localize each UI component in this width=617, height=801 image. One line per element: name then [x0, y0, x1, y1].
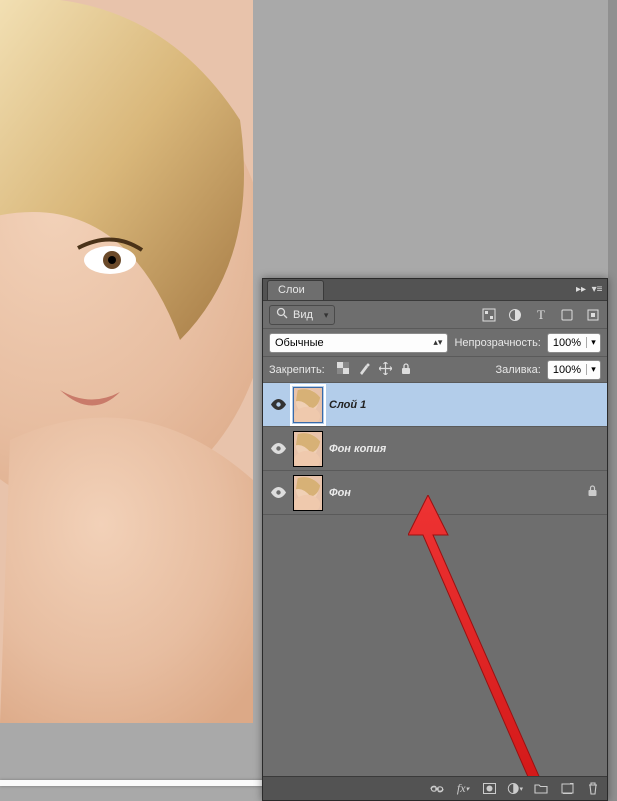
vertical-scrollbar[interactable] [608, 0, 617, 801]
filter-kind-label: Вид [293, 309, 313, 321]
annotation-arrow [408, 495, 607, 776]
panel-tab-bar: Слои ▸▸ ▾≡ [263, 279, 607, 301]
layers-panel: Слои ▸▸ ▾≡ Вид T [262, 278, 608, 801]
layer-style-icon[interactable]: fx▾ [455, 781, 471, 797]
filter-type-icons: T [481, 307, 601, 323]
visibility-toggle[interactable] [269, 399, 287, 411]
filter-pixel-icon[interactable] [481, 307, 497, 323]
layer-mask-icon[interactable] [481, 781, 497, 797]
new-layer-icon[interactable] [559, 781, 575, 797]
opacity-input[interactable]: 100% ▾ [547, 333, 601, 353]
layer-filter-row: Вид T [263, 301, 607, 329]
document-canvas[interactable] [0, 0, 253, 723]
chevron-down-icon[interactable]: ▾ [586, 337, 600, 348]
blend-mode-value: Обычные [275, 337, 324, 349]
layer-row[interactable]: Фон [263, 471, 607, 515]
filter-adjustment-icon[interactable] [507, 307, 523, 323]
adjustment-layer-icon[interactable]: ▾ [507, 781, 523, 797]
filter-shape-icon[interactable] [559, 307, 575, 323]
panel-footer: fx▾ ▾ [263, 776, 607, 800]
layer-name[interactable]: Фон [329, 487, 351, 499]
blend-mode-row: Обычные ▴▾ Непрозрачность: 100% ▾ [263, 329, 607, 357]
filter-kind-dropdown[interactable]: Вид [269, 305, 335, 325]
layer-row[interactable]: Слой 1 [263, 383, 607, 427]
panel-menu-icon[interactable]: ▾≡ [589, 281, 605, 297]
layer-row[interactable]: Фон копия [263, 427, 607, 471]
lock-all-icon[interactable] [400, 362, 412, 378]
chevron-down-icon[interactable]: ▾ [586, 364, 600, 375]
panel-body: Вид T Обычные ▴▾ Непрозрачность: 100% ▾ [263, 301, 607, 776]
fill-value: 100% [548, 364, 586, 376]
delete-layer-icon[interactable] [585, 781, 601, 797]
fill-input[interactable]: 100% ▾ [547, 360, 601, 380]
visibility-toggle[interactable] [269, 443, 287, 455]
chevron-updown-icon: ▴▾ [433, 337, 442, 348]
new-group-icon[interactable] [533, 781, 549, 797]
lock-row: Закрепить: Заливка: 100% ▾ [263, 357, 607, 383]
link-layers-icon[interactable] [429, 781, 445, 797]
layer-name[interactable]: Фон копия [329, 443, 386, 455]
layer-thumbnail[interactable] [293, 387, 323, 423]
layer-thumbnail[interactable] [293, 431, 323, 467]
layer-name[interactable]: Слой 1 [329, 399, 366, 411]
tab-layers[interactable]: Слои [267, 280, 324, 300]
filter-type-icon[interactable]: T [533, 307, 549, 323]
collapse-icon[interactable]: ▸▸ [573, 281, 589, 297]
lock-pixels-icon[interactable] [358, 362, 371, 378]
scrollbar-thumb[interactable] [608, 0, 617, 801]
lock-position-icon[interactable] [379, 362, 392, 378]
filter-smart-icon[interactable] [585, 307, 601, 323]
fill-label: Заливка: [495, 364, 540, 376]
tab-label: Слои [278, 284, 305, 296]
layers-list: Слой 1 Фон копия Фон [263, 383, 607, 776]
search-icon [276, 307, 288, 322]
lock-transparent-icon[interactable] [337, 362, 350, 378]
layer-thumbnail[interactable] [293, 475, 323, 511]
visibility-toggle[interactable] [269, 487, 287, 499]
opacity-label: Непрозрачность: [454, 337, 540, 349]
lock-label: Закрепить: [269, 364, 325, 376]
chevron-down-icon [318, 309, 329, 321]
opacity-value: 100% [548, 337, 586, 349]
blend-mode-select[interactable]: Обычные ▴▾ [269, 333, 448, 353]
lock-icon [583, 485, 601, 500]
